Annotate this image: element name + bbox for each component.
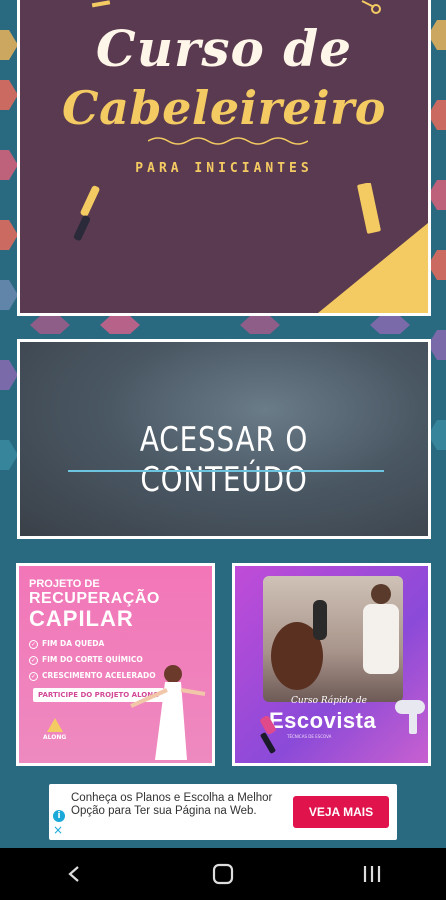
hero-subtitle: PARA INICIANTES <box>135 161 313 176</box>
promo-right-title: Escovista <box>269 708 377 733</box>
promo-left-title-line3: CAPILAR <box>29 606 134 631</box>
system-nav-bar <box>0 848 446 900</box>
promo-right-tagline: TÉCNICAS DE ESCOVA <box>287 734 332 739</box>
hero-title-line1: Curso de <box>95 19 353 78</box>
access-underline <box>68 470 384 472</box>
check-icon: ✓ <box>29 671 38 681</box>
promo-escovista-course[interactable]: Curso Rápido de Escovista TÉCNICAS DE ES… <box>232 563 431 766</box>
ad-banner[interactable]: i × Conheça os Planos e Escolha a Melhor… <box>49 784 397 840</box>
ad-close-icon[interactable]: × <box>53 824 63 836</box>
nav-recents-button[interactable] <box>342 854 402 894</box>
promo-hair-recovery[interactable]: PROJETO DE RECUPERAÇÃO CAPILAR ✓ FIM DA Q… <box>16 563 215 766</box>
access-content-button[interactable]: ACESSAR O CONTEÚDO <box>17 339 431 539</box>
scissors-icon <box>91 0 111 8</box>
scissors-top-right-icon <box>361 0 381 14</box>
check-icon: ✓ <box>29 639 38 649</box>
home-square-icon <box>212 863 234 885</box>
promo-left-title-line1: PROJETO DE <box>29 578 100 590</box>
promo-right-subtitle: Curso Rápido de <box>291 696 367 706</box>
nav-home-button[interactable] <box>193 854 253 894</box>
hero-banner[interactable]: Curso de Cabeleireiro PARA INICIANTES <box>17 0 431 316</box>
along-logo: ALONG <box>43 718 66 741</box>
check-icon: ✓ <box>29 655 38 665</box>
decorative-corner <box>318 223 428 313</box>
logo-mark-icon <box>46 718 63 732</box>
promo-left-title: PROJETO DE RECUPERAÇÃO CAPILAR <box>29 578 160 630</box>
hairdryer-photo-icon <box>271 584 399 690</box>
ad-text: Conheça os Planos e Escolha a Melhor Opç… <box>71 792 273 817</box>
hero-title-line2: Cabeleireiro <box>62 81 386 135</box>
woman-illustration <box>130 665 206 760</box>
access-content-label: ACESSAR O CONTEÚDO <box>139 420 309 500</box>
hairdresser-photo <box>263 576 403 702</box>
hairdryer-icon <box>395 700 425 734</box>
nav-back-button[interactable] <box>44 854 104 894</box>
brush-icon <box>260 716 276 754</box>
chevron-left-icon <box>68 866 80 882</box>
comb-icon <box>357 183 381 234</box>
ad-cta-button[interactable]: VEJA MAIS <box>293 796 389 828</box>
curling-iron-icon <box>73 185 100 241</box>
wavy-divider-icon <box>148 137 308 145</box>
ad-info-icon[interactable]: i <box>53 810 65 822</box>
recents-icon <box>363 866 380 882</box>
benefit-item: ✓ FIM DA QUEDA <box>29 639 105 649</box>
